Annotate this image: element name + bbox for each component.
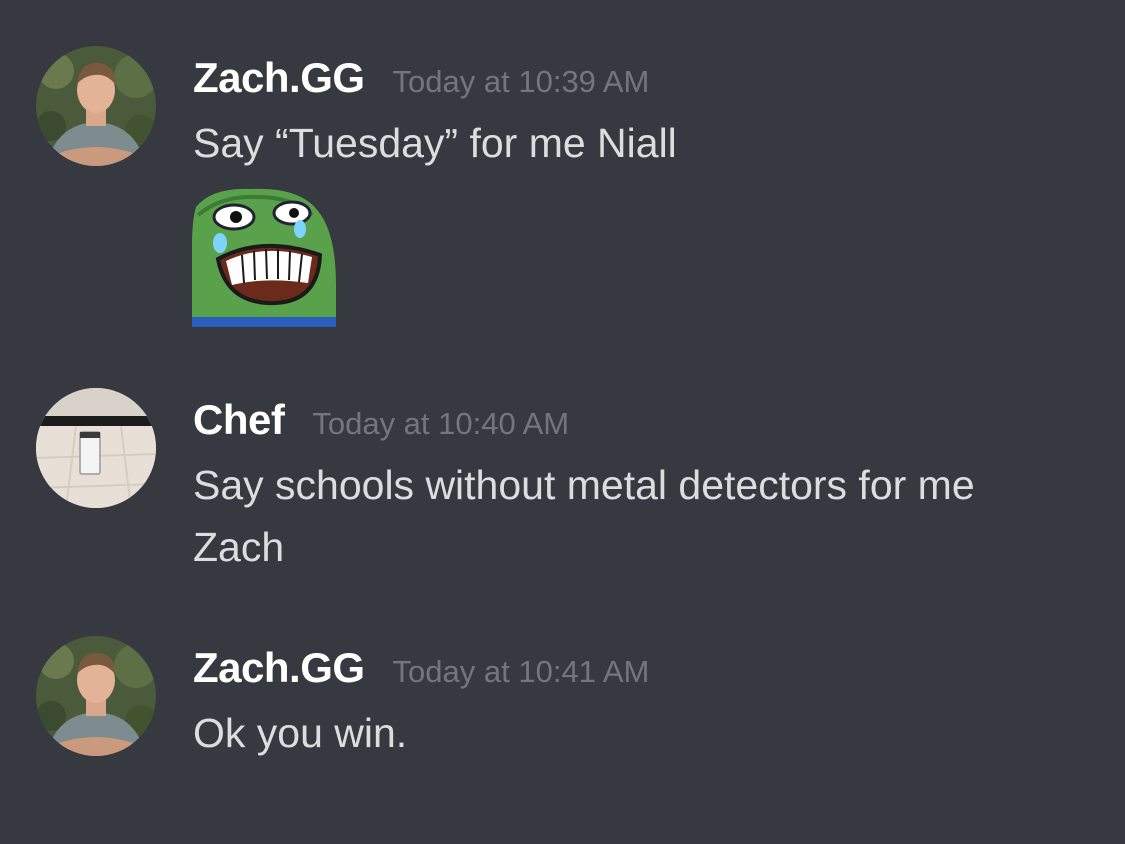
username[interactable]: Zach.GG (193, 644, 365, 692)
message-group: Zach.GG Today at 10:41 AM Ok you win. (0, 610, 1125, 844)
message-header: Chef Today at 10:40 AM (193, 396, 569, 444)
username[interactable]: Chef (193, 396, 285, 444)
message-text: Say schools without metal detectors for … (193, 462, 975, 508)
message-group: Zach.GG Today at 10:39 AM Say “Tuesday” … (0, 0, 1125, 360)
message-header: Zach.GG Today at 10:39 AM (193, 54, 649, 102)
message-header: Zach.GG Today at 10:41 AM (193, 644, 649, 692)
room-photo-avatar-icon[interactable] (36, 388, 156, 508)
message-group: Chef Today at 10:40 AM Say schools witho… (0, 360, 1125, 610)
message-text: Zach (193, 524, 285, 570)
message-text: Ok you win. (193, 710, 408, 756)
person-avatar-icon[interactable] (36, 636, 156, 756)
username[interactable]: Zach.GG (193, 54, 365, 102)
person-avatar-icon[interactable] (36, 46, 156, 166)
chat-messages: Zach.GG Today at 10:39 AM Say “Tuesday” … (0, 0, 1125, 844)
timestamp[interactable]: Today at 10:40 AM (312, 406, 569, 442)
timestamp[interactable]: Today at 10:41 AM (393, 654, 650, 690)
timestamp[interactable]: Today at 10:39 AM (393, 64, 650, 100)
laughing-frog-emote-icon[interactable] (192, 185, 336, 327)
message-text: Say “Tuesday” for me Niall (193, 120, 677, 166)
